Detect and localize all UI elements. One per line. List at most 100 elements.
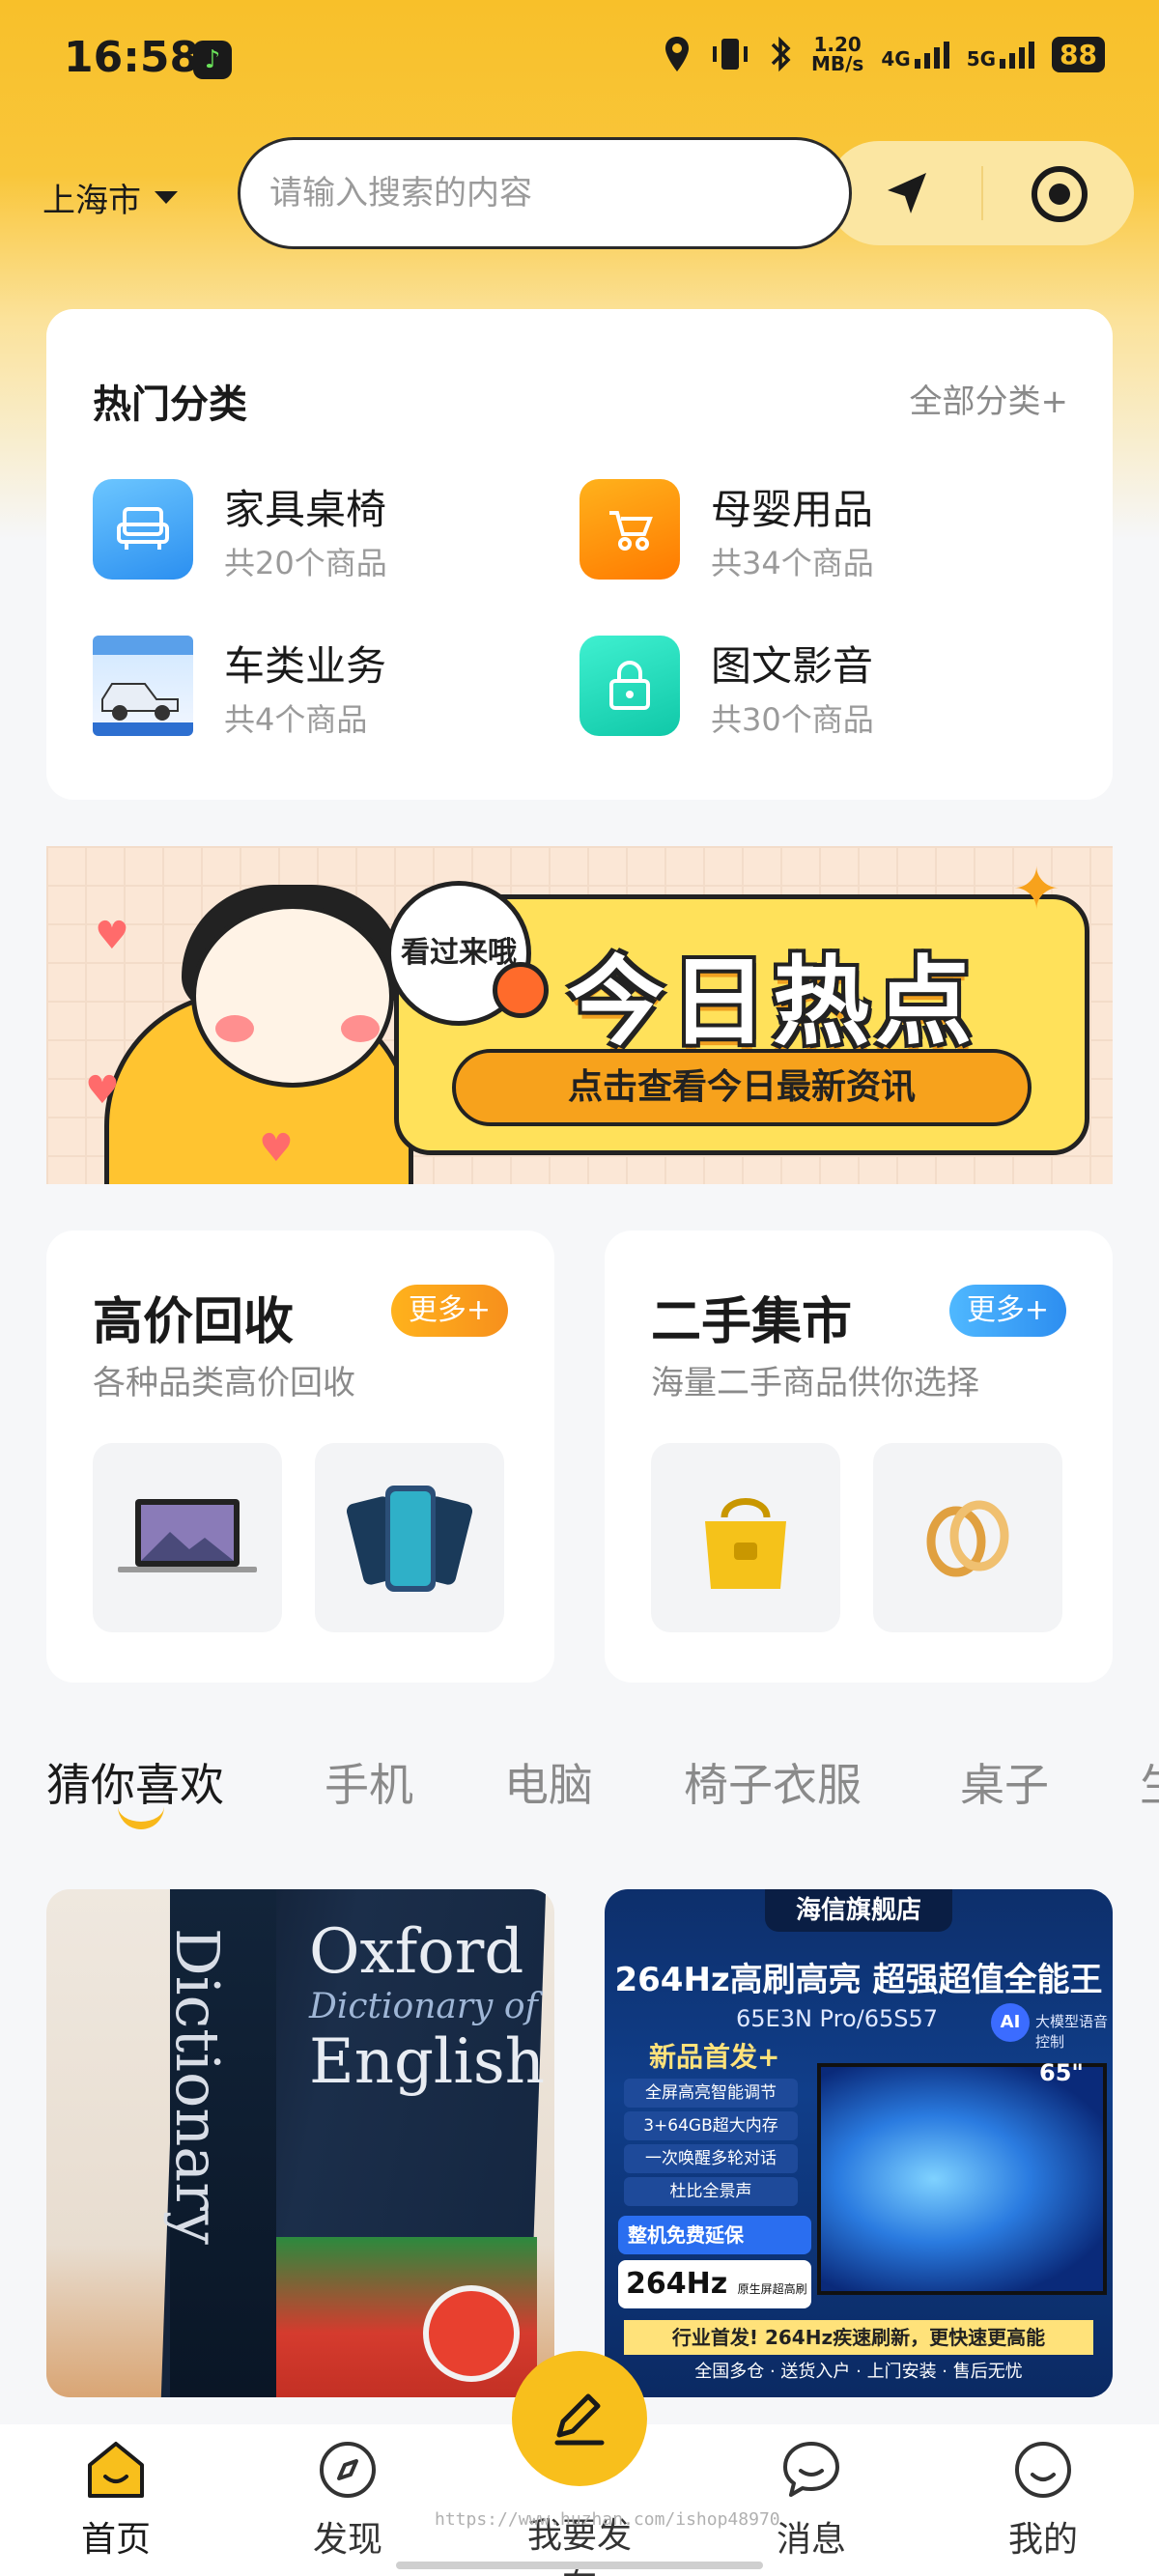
tab-tables[interactable]: 桌子	[960, 1750, 1049, 1814]
tv-screen-image	[817, 2063, 1107, 2295]
nav-home[interactable]: 首页	[48, 2438, 184, 2562]
category-furniture[interactable]: 家具桌椅 共20个商品	[93, 475, 556, 581]
category-name: 车类业务	[224, 642, 387, 690]
recycle-more-button[interactable]: 更多+	[390, 1285, 508, 1337]
tv-footer-services: 全国多仓 · 送货入户 · 上门安装 · 售后无忧	[694, 2362, 1023, 2382]
bubble-dot	[493, 962, 549, 1018]
nav-messages[interactable]: 消息	[744, 2438, 879, 2562]
phone-thumbnail[interactable]	[315, 1443, 504, 1632]
tab-guess-you-like[interactable]: 猜你喜欢	[46, 1750, 224, 1814]
cheek	[215, 1015, 254, 1042]
city-selector[interactable]: 上海市	[42, 174, 178, 221]
tv-model: 65E3N Pro/65S57	[736, 2005, 939, 2032]
signal-4g: 4G	[881, 40, 949, 69]
category-count: 共30个商品	[711, 701, 874, 738]
tv-footer-promo: 行业首发! 264Hz疾速刷新，更快速更高能	[624, 2320, 1093, 2355]
car-thumbnail	[93, 636, 193, 736]
hot-categories-card: 热门分类 全部分类+ 家具桌椅 共20个商品 母婴用品 共34个商品 车类业务 …	[46, 309, 1113, 800]
navigation-arrow-icon	[888, 173, 926, 213]
home-indicator[interactable]	[396, 2562, 763, 2569]
recycle-title: 高价回收	[93, 1293, 295, 1351]
laptop-image	[118, 1499, 257, 1572]
rings-image	[926, 1500, 1009, 1577]
category-count: 共20个商品	[224, 545, 387, 581]
target-icon	[1032, 166, 1088, 222]
active-tab-indicator	[118, 1806, 164, 1829]
nav-label: 首页	[80, 2520, 151, 2560]
bluetooth-icon	[771, 36, 791, 72]
compass-icon	[316, 2438, 380, 2502]
search-box[interactable]	[238, 137, 852, 249]
all-categories-link[interactable]: 全部分类+	[910, 375, 1069, 422]
tv-feature: 全屏高亮智能调节	[624, 2079, 798, 2108]
recycle-subtitle: 各种品类高价回收	[93, 1364, 355, 1402]
handbag-image	[705, 1498, 786, 1589]
search-input[interactable]	[240, 140, 849, 246]
product-card-tv[interactable]: 海信旗舰店 264Hz高刷高亮 超强超值全能王 65E3N Pro/65S57 …	[605, 1889, 1113, 2397]
category-baby[interactable]: 母婴用品 共34个商品	[580, 475, 1043, 581]
category-count: 共34个商品	[711, 545, 874, 581]
net-speed: 1.20 MB/s	[810, 33, 864, 75]
heart-icon: ♥	[85, 1068, 120, 1113]
category-count: 共4个商品	[224, 701, 368, 738]
category-name: 母婴用品	[711, 486, 874, 533]
oxford-logo	[423, 2285, 520, 2382]
nav-me[interactable]: 我的	[975, 2438, 1111, 2562]
tab-computers[interactable]: 电脑	[504, 1750, 593, 1814]
today-hot-banner[interactable]: ♥ ♥ ♥ ♥ 看过来哦 今日热点 点击查看今日最新资讯 ✦	[46, 846, 1113, 1184]
category-tabs: 猜你喜欢 手机 电脑 椅子衣服 桌子 生	[46, 1750, 1159, 1837]
pencil-icon	[554, 2393, 605, 2446]
market-title: 二手集市	[651, 1293, 853, 1351]
tab-chairs-clothes[interactable]: 椅子衣服	[684, 1750, 862, 1814]
status-bar: 16:58 ♪ 1.20 MB/s 4G 5G 88	[0, 0, 1159, 126]
ai-badge: AI	[991, 2003, 1030, 2042]
caret-down-icon	[155, 191, 178, 204]
category-name: 家具桌椅	[224, 486, 387, 533]
market-more-button[interactable]: 更多+	[948, 1285, 1066, 1337]
tv-feature: 杜比全景声	[624, 2177, 798, 2206]
smile-face-icon	[1011, 2438, 1075, 2502]
home-icon	[84, 2438, 148, 2502]
tab-more[interactable]: 生	[1140, 1750, 1159, 1814]
ai-text: 大模型语音控制	[1035, 2013, 1109, 2051]
battery-indicator: 88	[1052, 36, 1105, 72]
city-label: 上海市	[42, 182, 141, 220]
vibrate-icon	[712, 39, 748, 70]
location-icon	[664, 37, 689, 71]
publish-fab-button[interactable]	[512, 2351, 647, 2486]
nav-label: 我的	[1007, 2520, 1078, 2560]
navigation-button[interactable]	[873, 160, 941, 228]
stroller-icon	[580, 479, 680, 580]
media-lock-icon	[580, 636, 680, 736]
category-vehicles[interactable]: 车类业务 共4个商品	[93, 632, 556, 738]
banner-title: 今日热点	[568, 946, 977, 1059]
new-release: 新品首发+	[649, 2041, 780, 2073]
store-badge: 海信旗舰店	[765, 1889, 952, 1932]
actions-divider	[981, 166, 983, 220]
market-card[interactable]: 二手集市 更多+ 海量二手商品供你选择	[605, 1231, 1113, 1683]
sofa-icon	[93, 479, 193, 580]
music-app-icon: ♪	[193, 41, 232, 79]
sparkle-icon: ✦	[1012, 856, 1061, 923]
heart-icon: ♥	[259, 1126, 294, 1171]
laptop-thumbnail[interactable]	[93, 1443, 282, 1632]
tv-headline: 264Hz高刷高亮 超强超值全能王	[614, 1961, 1103, 1999]
cheek	[341, 1015, 380, 1042]
book-spine-text: Dictionary	[162, 1928, 233, 2245]
product-card-dictionary[interactable]: Dictionary Oxford Dictionary of English	[46, 1889, 554, 2397]
locate-button[interactable]	[1026, 160, 1093, 228]
nav-discover[interactable]: 发现	[280, 2438, 415, 2562]
refresh-rate-badge: 264Hz 原生屏超高刷新	[618, 2260, 811, 2349]
rings-thumbnail[interactable]	[873, 1443, 1062, 1632]
chat-bubble-icon	[779, 2438, 843, 2502]
nav-label: 发现	[312, 2520, 382, 2560]
recycle-card[interactable]: 高价回收 更多+ 各种品类高价回收	[46, 1231, 554, 1683]
status-time: 16:58	[64, 33, 200, 82]
banner-cta: 点击查看今日最新资讯	[452, 1049, 1032, 1126]
tv-feature: 3+64GB超大内存	[624, 2111, 798, 2140]
signal-5g: 5G	[967, 40, 1035, 69]
category-media[interactable]: 图文影音 共30个商品	[580, 632, 1043, 738]
tv-size: 65"	[1039, 2059, 1084, 2086]
handbag-thumbnail[interactable]	[651, 1443, 840, 1632]
tab-phones[interactable]: 手机	[325, 1750, 413, 1814]
